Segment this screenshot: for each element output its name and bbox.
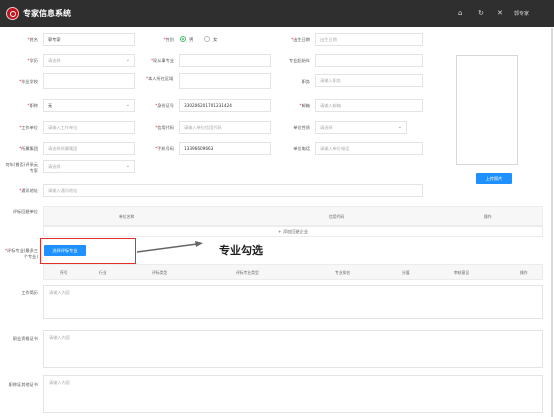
current-major-label: *现从事专业 (150, 58, 174, 63)
top-bar: 专家信息系统 ⌂ ↻ ✕ 郭专家 (0, 0, 554, 27)
procurement-label: 何年(曾否)评采云专家 (5, 162, 38, 173)
column-header: 行业 (99, 270, 107, 275)
resume-textarea[interactable]: 请输入内容 (43, 285, 543, 319)
certificates-textarea[interactable]: 请输入内容 (43, 375, 543, 413)
column-header: 评标类型 (152, 270, 168, 275)
app-title: 专家信息系统 (23, 9, 71, 18)
birthday-label: *出生日期 (291, 37, 310, 42)
logo-icon (6, 7, 19, 20)
email-label: *邮箱 (299, 103, 310, 108)
scrollbar[interactable] (551, 28, 553, 417)
chevron-down-icon: ⌄ (397, 124, 402, 130)
column-header: 操作 (484, 214, 492, 219)
column-header: 专业排名 (335, 270, 351, 275)
position-label: 职务 (301, 79, 310, 84)
photo-preview (456, 55, 518, 165)
column-header: 单位名称 (119, 214, 135, 219)
certificates-label: 职称证其他证书 (8, 382, 38, 387)
phone-label: *手机号码 (155, 146, 174, 151)
affiliation-input[interactable]: 请选择所属集团 (43, 142, 135, 155)
select-major-button[interactable]: 选择评标专业 (44, 245, 86, 256)
position-input[interactable]: 请输入职务 (315, 74, 423, 87)
gender-female-radio[interactable] (204, 36, 210, 42)
qualification-label: 职业资格证书 (12, 336, 38, 341)
unit-nature-label: 单位性质 (293, 125, 310, 130)
user-name[interactable]: 郭专家 (514, 10, 529, 17)
gender-male-radio[interactable] (180, 36, 186, 42)
avoid-units-table-header: 单位名称 信用代码 操作 (43, 206, 543, 226)
school-input[interactable] (43, 73, 135, 89)
affiliation-label: *所属集团 (19, 146, 38, 151)
birthday-input[interactable]: 出生日期 (315, 33, 423, 46)
chevron-down-icon: ⌄ (125, 163, 130, 169)
column-header: 评标专业类型 (236, 270, 259, 275)
title-select[interactable]: 无 ⌄ (43, 99, 135, 112)
work-unit-input[interactable]: 请输入工作单位 (43, 121, 135, 134)
procurement-select[interactable]: 请选择 ⌄ (43, 160, 135, 173)
email-input[interactable]: 请输入邮箱 (315, 99, 423, 112)
unit-phone-input[interactable]: 请输入单位电话 (315, 142, 423, 155)
education-label: *学历 (27, 58, 38, 63)
work-unit-label: *工作单位 (19, 125, 38, 130)
refresh-icon[interactable]: ↻ (478, 9, 484, 17)
unit-phone-label: 单位电话 (293, 146, 310, 151)
address-input[interactable]: 请输入通讯地址 (43, 184, 423, 197)
title-label: *职称 (27, 103, 38, 108)
resume-label: 工作简历 (21, 290, 38, 295)
add-avoid-unit-row[interactable]: + 添加回避企业 (43, 226, 543, 237)
gender-female-label: 女 (213, 38, 218, 43)
address-label: *通讯地址 (19, 188, 38, 193)
name-label: *姓名 (27, 37, 38, 42)
chevron-down-icon: ⌄ (125, 102, 130, 108)
close-icon[interactable]: ✕ (497, 9, 503, 17)
current-major-input[interactable] (179, 54, 271, 67)
region-input[interactable] (179, 73, 271, 89)
qualification-textarea[interactable]: 请输入内容 (43, 330, 543, 368)
column-header: 信用代码 (329, 214, 345, 219)
major-start-label: 专业起始年 (289, 58, 310, 63)
avoid-units-label: 评标回避单位 (12, 209, 38, 214)
column-header: 操作 (520, 270, 528, 275)
chevron-down-icon: ⌄ (125, 57, 130, 63)
column-header: 序号 (60, 270, 68, 275)
credit-code-label: *信用代码 (155, 125, 174, 130)
gender-male-label: 男 (189, 38, 194, 43)
school-label: *毕业学校 (19, 79, 38, 84)
region-label: *本人所在区域 (146, 76, 174, 81)
id-number-input[interactable]: 330206201701231424 (179, 99, 271, 112)
annotation-arrow (136, 241, 203, 253)
education-select[interactable]: 请选择 ⌄ (43, 54, 135, 67)
majors-table-header: 序号 行业 评标类型 评标专业类型 专业排名 分值 审核意见 操作 (43, 264, 543, 280)
annotation-text: 专业勾选 (219, 244, 263, 257)
id-number-label: *身份证号 (155, 103, 174, 108)
major-start-input[interactable] (315, 54, 423, 67)
column-header: 分值 (402, 270, 410, 275)
unit-nature-select[interactable]: 请选择 ⌄ (315, 121, 407, 134)
column-header: 审核意见 (454, 270, 470, 275)
upload-photo-button[interactable]: 上传照片 (476, 173, 512, 184)
phone-input[interactable]: 13396609663 (179, 142, 271, 155)
credit-code-input[interactable]: 请输入单位信用代码 (179, 121, 271, 134)
home-icon[interactable]: ⌂ (458, 9, 462, 17)
name-input[interactable]: 郭专家 (43, 33, 135, 46)
gender-label: *性别 (163, 37, 174, 42)
majors-label: *评标专业(最多三个专业) (4, 248, 38, 259)
